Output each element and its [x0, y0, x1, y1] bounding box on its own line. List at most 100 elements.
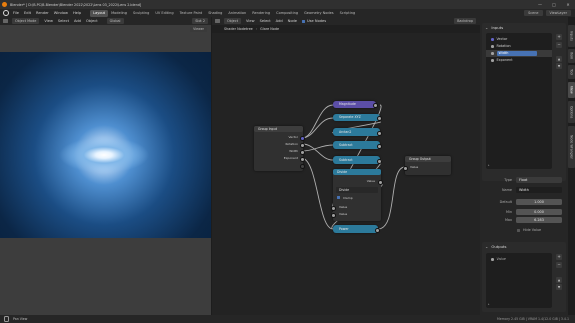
group-input-socket-label: Width	[289, 149, 298, 153]
node-sidebar: ⌄ Inputs Vector Rotation Width Exponent …	[480, 17, 568, 315]
clamp-label: Clamp	[343, 195, 353, 200]
move-down-button[interactable]: ▼	[556, 63, 562, 69]
remove-input-button[interactable]: −	[556, 42, 562, 48]
list-resize-handle-icon[interactable]: ▸	[488, 163, 490, 167]
power-node[interactable]: Power	[333, 225, 380, 233]
divide-node[interactable]: Divide Value Divide Clamp Value Value	[331, 169, 383, 221]
input-item-label: Rotation	[496, 44, 511, 48]
tab-tool[interactable]: Tool	[568, 65, 575, 79]
output-item-label: Value	[496, 257, 506, 261]
node-title: Subtract	[339, 143, 353, 147]
group-input-title: Group Input	[254, 126, 303, 132]
output-socket[interactable]	[373, 103, 378, 108]
group-input-socket-label: Vector	[288, 135, 298, 139]
node-title: Arctan2	[339, 130, 352, 134]
input-item-vector[interactable]: Vector	[486, 36, 552, 43]
socket-color-icon	[491, 52, 494, 55]
node-title: Subtract	[339, 158, 353, 162]
min-label: Min	[505, 210, 512, 214]
output-socket[interactable]	[377, 143, 382, 149]
output-item-value[interactable]: Value	[486, 256, 552, 263]
chevron-down-icon: ⌄	[485, 24, 489, 30]
divide-node-title: Divide	[333, 169, 381, 175]
node-title: Magnitude	[339, 102, 356, 106]
type-dropdown[interactable]: Float	[516, 177, 562, 183]
status-left-text: Pan View	[13, 317, 28, 321]
socket-color-icon	[491, 258, 494, 261]
list-resize-handle-icon[interactable]: ▸	[488, 302, 490, 306]
input-item-label: Exponent	[496, 58, 513, 62]
input-socket[interactable]	[331, 206, 336, 211]
separate-xyz-node[interactable]: Separate XYZ	[333, 114, 382, 121]
outputs-header-label: Outputs	[491, 243, 507, 249]
group-output-socket-label: Value	[410, 165, 419, 169]
input-item-label: Vector	[496, 37, 508, 41]
link-power-output	[377, 166, 406, 230]
subtract-node[interactable]: Subtract	[333, 156, 382, 164]
default-label: Default	[499, 200, 512, 204]
max-field[interactable]: 6.283	[516, 217, 562, 223]
divide-value-output-label: Value	[366, 179, 375, 183]
inputs-header-label: Inputs	[491, 24, 504, 30]
inputs-list[interactable]: Vector Rotation Width Exponent ▸	[486, 33, 552, 169]
input-item-exponent[interactable]: Exponent	[486, 57, 552, 64]
operation-dropdown[interactable]: Divide	[336, 187, 378, 193]
add-output-button[interactable]: +	[556, 254, 562, 260]
group-input-socket-label: Exponent	[283, 156, 298, 160]
tab-view[interactable]: View	[568, 82, 575, 98]
inputs-panel-header[interactable]: ⌄ Inputs	[482, 23, 566, 31]
type-label: Type	[504, 178, 512, 182]
tab-node-wrangler[interactable]: Node Wrangler	[568, 126, 575, 168]
inputs-panel: ⌄ Inputs Vector Rotation Width Exponent …	[482, 23, 566, 181]
input-item-rotation[interactable]: Rotation	[486, 43, 552, 50]
input-item-width[interactable]: Width	[486, 50, 552, 57]
outputs-panel-header[interactable]: ⌄ Outputs	[482, 242, 566, 250]
magnitude-node[interactable]: Magnitude	[333, 101, 378, 108]
output-socket[interactable]	[377, 130, 382, 136]
input-socket[interactable]	[403, 166, 408, 171]
divide-input-label: Value	[339, 212, 348, 216]
link-vector-magnitude	[301, 104, 334, 139]
output-socket[interactable]	[378, 180, 383, 185]
hide-value-label: Hide Value	[523, 228, 542, 232]
status-bar: Pan View Memory 2.45 GiB | VRAM 1.4/12.0…	[0, 315, 575, 323]
arctan2-node[interactable]: Arctan2	[333, 128, 382, 136]
output-socket[interactable]	[377, 116, 382, 121]
group-output-node[interactable]: Group Output Value	[403, 156, 451, 175]
socket-color-icon	[491, 45, 494, 48]
tab-inputs[interactable]: Inputs	[568, 25, 575, 47]
subtract-node[interactable]: Subtract	[333, 141, 382, 149]
max-label: Max	[504, 218, 512, 222]
group-input-socket-label: Rotation	[285, 142, 298, 146]
output-socket[interactable]	[300, 164, 305, 169]
outputs-panel: ⌄ Outputs Value ▸ + − ▲ ▼	[482, 242, 566, 312]
input-item-label: Width	[496, 51, 537, 56]
tab-item[interactable]: Item	[568, 49, 575, 63]
output-socket[interactable]	[300, 136, 305, 141]
node-title: Power	[339, 227, 349, 231]
move-up-button[interactable]: ▲	[556, 56, 562, 62]
link-width-subtract	[301, 144, 334, 152]
add-input-button[interactable]: +	[556, 34, 562, 40]
min-field[interactable]: 0.000	[516, 209, 562, 215]
remove-output-button[interactable]: −	[556, 262, 562, 268]
move-down-button[interactable]: ▼	[556, 284, 562, 290]
sidebar-tabs: Inputs Item Tool View Options Node Wrang…	[568, 17, 575, 315]
clamp-checkbox[interactable]	[337, 196, 340, 199]
move-up-button[interactable]: ▲	[556, 277, 562, 283]
output-socket[interactable]	[300, 143, 305, 148]
input-socket[interactable]	[331, 213, 336, 218]
default-field[interactable]: 1.000	[516, 199, 562, 205]
name-field[interactable]: Width	[516, 187, 562, 193]
tab-options[interactable]: Options	[568, 101, 575, 123]
output-socket[interactable]	[377, 158, 382, 164]
group-input-node[interactable]: Group Input Vector Rotation Width Expone…	[254, 126, 305, 171]
link-rotation-subtract	[301, 143, 334, 161]
output-socket[interactable]	[300, 150, 305, 155]
link-exponent-power	[301, 157, 334, 230]
socket-color-icon	[491, 59, 494, 62]
hide-value-checkbox[interactable]	[517, 229, 520, 232]
output-socket[interactable]	[300, 157, 305, 162]
output-socket[interactable]	[375, 227, 380, 233]
outputs-list[interactable]: Value ▸	[486, 253, 552, 308]
